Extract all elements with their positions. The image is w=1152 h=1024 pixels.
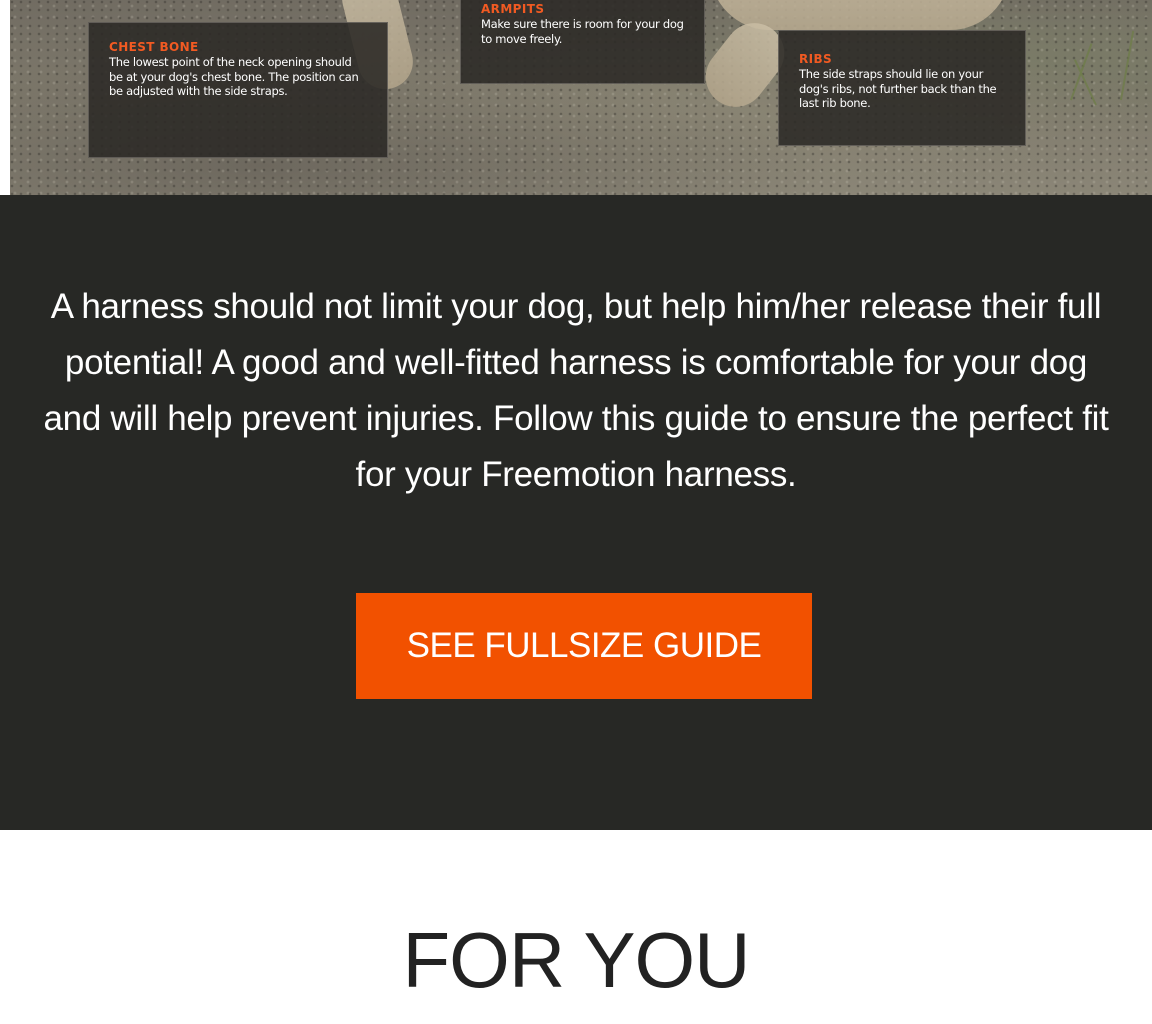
callout-armpits: ARMPITS Make sure there is room for your…: [460, 0, 705, 84]
harness-fit-guide-image: CHEST BONE The lowest point of the neck …: [10, 0, 1152, 195]
callout-title: ARMPITS: [481, 2, 545, 16]
callout-ribs: RIBS The side straps should lie on your …: [778, 30, 1026, 146]
intro-section: A harness should not limit your dog, but…: [0, 195, 1152, 830]
callout-body: Make sure there is room for your dog to …: [481, 17, 684, 46]
callout-body: The lowest point of the neck opening sho…: [109, 55, 359, 98]
intro-text: A harness should not limit your dog, but…: [43, 287, 1109, 494]
for-you-heading: FOR YOU: [402, 916, 751, 1004]
callout-title: RIBS: [799, 52, 833, 66]
callout-title: CHEST BONE: [109, 40, 199, 54]
see-fullsize-guide-button[interactable]: SEE FULLSIZE GUIDE: [356, 593, 812, 699]
callout-body: The side straps should lie on your dog's…: [799, 67, 997, 110]
callout-chest-bone: CHEST BONE The lowest point of the neck …: [88, 22, 388, 158]
